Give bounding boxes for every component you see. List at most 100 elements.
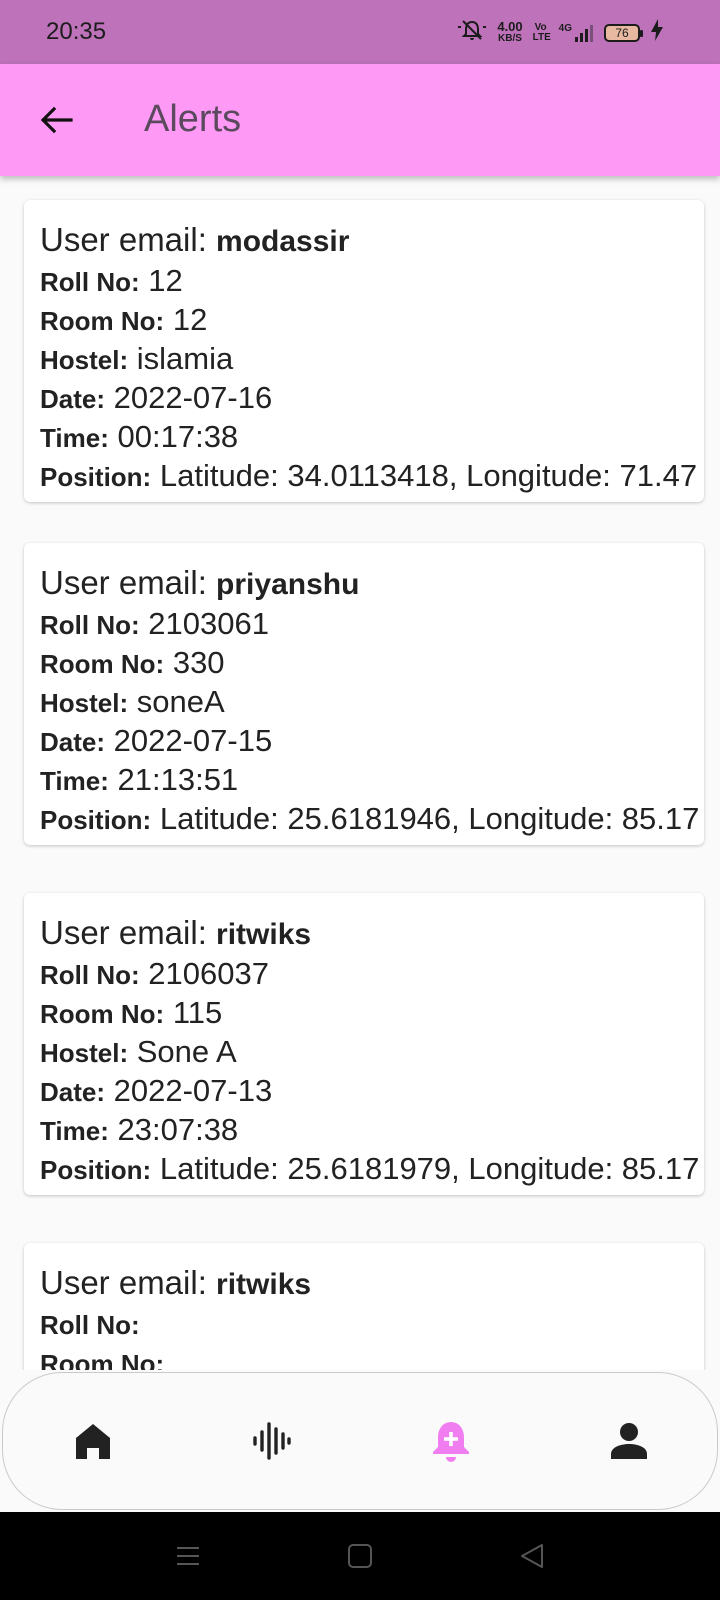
roll-label: Roll No:: [40, 267, 140, 297]
alert-room: 330: [172, 645, 225, 680]
date-label: Date:: [40, 727, 106, 757]
alert-roll: 2106037: [148, 956, 269, 991]
back-triangle-icon: [521, 1544, 543, 1568]
position-label: Position:: [40, 1155, 152, 1185]
alert-email: ritwiks: [216, 918, 312, 951]
app-bar: Alerts: [0, 64, 720, 176]
alert-roll: 2103061: [148, 606, 269, 641]
email-label: User email:: [40, 914, 207, 951]
date-label: Date:: [40, 384, 106, 414]
alert-time: 23:07:38: [117, 1112, 239, 1147]
alert-hostel-line: Hostel: Sone A: [40, 1033, 704, 1072]
alert-card[interactable]: User email: priyanshu Roll No: 2103061 R…: [24, 543, 704, 845]
alert-roll-line: Roll No: 2106037: [40, 955, 704, 994]
room-label: Room No:: [40, 306, 165, 336]
net-speed-value: 4.00: [497, 18, 523, 34]
back-button[interactable]: [28, 92, 84, 148]
hostel-label: Hostel:: [40, 1038, 129, 1068]
signal-icon: 4G: [559, 23, 594, 43]
email-label: User email:: [40, 564, 207, 601]
alert-email-line: User email: modassir: [40, 220, 704, 262]
room-label: Room No:: [40, 649, 165, 679]
alert-position: Latitude: 34.0113418, Longitude: 71.47: [159, 458, 698, 493]
roll-label: Roll No:: [40, 960, 140, 990]
alert-position: Latitude: 25.6181979, Longitude: 85.17: [159, 1151, 700, 1186]
time-label: Time:: [40, 1116, 109, 1146]
net-speed: 4.00 KB/S: [497, 18, 523, 45]
alert-date-line: Date: 2022-07-16: [40, 379, 704, 418]
alert-position-line: Position: Latitude: 25.6181979, Longitud…: [40, 1150, 704, 1189]
position-label: Position:: [40, 462, 152, 492]
system-home-button[interactable]: [340, 1540, 380, 1572]
alert-position: Latitude: 25.6181946, Longitude: 85.17: [159, 801, 700, 836]
room-label: Room No:: [40, 999, 165, 1029]
alert-time-line: Time: 00:17:38: [40, 418, 704, 457]
net-speed-unit: KB/S: [498, 32, 522, 44]
alert-position-line: Position: Latitude: 34.0113418, Longitud…: [40, 457, 704, 496]
alert-room-line: Room No:: [40, 1344, 704, 1370]
alert-roll-line: Roll No: 12: [40, 262, 704, 301]
menu-icon: [177, 1547, 199, 1565]
nav-audio[interactable]: [241, 1411, 301, 1471]
email-label: User email:: [40, 221, 207, 258]
alert-hostel: Sone A: [136, 1034, 237, 1069]
home-icon: [76, 1424, 110, 1459]
alert-time: 00:17:38: [117, 419, 239, 454]
alert-time-line: Time: 23:07:38: [40, 1111, 704, 1150]
alert-hostel: soneA: [136, 684, 225, 719]
bottom-nav: [2, 1372, 718, 1510]
mute-icon: [457, 18, 487, 47]
alert-hostel-line: Hostel: islamia: [40, 340, 704, 379]
hostel-label: Hostel:: [40, 345, 129, 375]
alert-date-line: Date: 2022-07-15: [40, 722, 704, 761]
alert-hostel: islamia: [136, 341, 234, 376]
nav-alerts[interactable]: [421, 1411, 481, 1471]
notification-add-icon: [433, 1422, 469, 1462]
sound-wave-icon: [253, 1422, 291, 1460]
page-title: Alerts: [144, 98, 242, 140]
status-icons: 4.00 KB/S Vo LTE 4G 76: [457, 18, 664, 47]
person-icon: [611, 1423, 647, 1459]
hostel-label: Hostel:: [40, 688, 129, 718]
system-menu-button[interactable]: [168, 1540, 208, 1572]
alert-card[interactable]: User email: modassir Roll No: 12 Room No…: [24, 200, 704, 502]
time-label: Time:: [40, 766, 109, 796]
alert-roll-line: Roll No: 2103061: [40, 605, 704, 644]
volte-indicator: Vo LTE: [532, 21, 551, 43]
alert-list[interactable]: User email: modassir Roll No: 12 Room No…: [0, 176, 720, 1370]
alert-email: priyanshu: [216, 568, 360, 601]
roll-label: Roll No:: [40, 610, 140, 640]
alert-card[interactable]: User email: ritwiks Roll No: Room No:: [24, 1243, 704, 1370]
alert-date: 2022-07-16: [113, 380, 273, 415]
alert-time-line: Time: 21:13:51: [40, 761, 704, 800]
battery-level: 76: [615, 25, 629, 40]
home-square-icon: [348, 1544, 372, 1568]
alert-hostel-line: Hostel: soneA: [40, 683, 704, 722]
nav-profile[interactable]: [599, 1411, 659, 1471]
network-type: 4G: [558, 22, 572, 34]
alert-email-line: User email: priyanshu: [40, 563, 704, 605]
room-label: Room No:: [40, 1349, 165, 1370]
email-label: User email:: [40, 1264, 207, 1301]
date-label: Date:: [40, 1077, 106, 1107]
alert-room: 115: [172, 995, 223, 1030]
arrow-left-icon: [40, 106, 73, 134]
roll-label: Roll No:: [40, 1310, 140, 1340]
alert-room: 12: [172, 302, 208, 337]
alert-email: modassir: [216, 225, 350, 258]
alert-email: ritwiks: [216, 1268, 312, 1301]
alert-card[interactable]: User email: ritwiks Roll No: 2106037 Roo…: [24, 893, 704, 1195]
battery-icon: 76: [604, 23, 643, 42]
alert-roll: 12: [148, 263, 183, 298]
alert-room-line: Room No: 115: [40, 994, 704, 1033]
nav-home[interactable]: [63, 1411, 123, 1471]
alert-room-line: Room No: 330: [40, 644, 704, 683]
time-label: Time:: [40, 423, 109, 453]
alert-email-line: User email: ritwiks: [40, 913, 704, 955]
position-label: Position:: [40, 805, 152, 835]
alert-roll-line: Roll No:: [40, 1305, 704, 1344]
system-back-button[interactable]: [512, 1540, 552, 1572]
alert-email-line: User email: ritwiks: [40, 1263, 704, 1305]
alert-position-line: Position: Latitude: 25.6181946, Longitud…: [40, 800, 704, 839]
status-bar: 20:35 4.00 KB/S Vo LTE 4G 76: [0, 0, 720, 64]
